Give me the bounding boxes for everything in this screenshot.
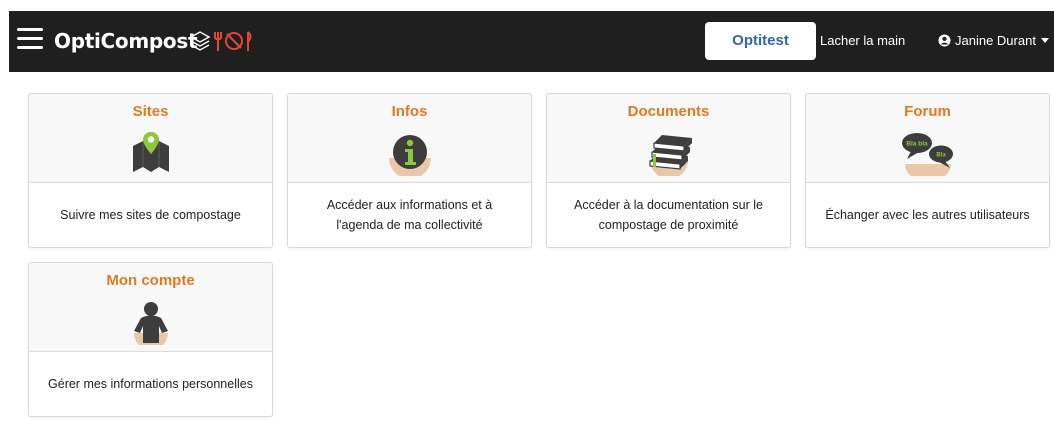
- person-icon: [133, 302, 168, 345]
- card-description: Gérer mes informations personnelles: [48, 377, 253, 391]
- card-title: Infos: [391, 103, 428, 120]
- info-icon: [388, 135, 431, 176]
- bubble-text-1: Bla bla: [906, 141, 928, 148]
- card-documents[interactable]: Documents Accéder à la documentation sur…: [546, 93, 791, 248]
- menu-icon[interactable]: [17, 28, 43, 50]
- lacher-la-main-link[interactable]: Lacher la main: [820, 33, 905, 48]
- top-navbar: OptiCompost Optitest Lacher la main Jani…: [9, 11, 1054, 72]
- card-forum[interactable]: Forum Bla bla Bla Échanger avec les autr…: [805, 93, 1050, 248]
- brand-name[interactable]: OptiCompost: [54, 29, 198, 53]
- optitest-button[interactable]: Optitest: [705, 22, 816, 60]
- card-sites[interactable]: Sites Suivre mes sites de compostage: [28, 93, 273, 248]
- chat-bubbles-icon: Bla bla Bla: [901, 133, 953, 176]
- user-circle-icon: [938, 34, 951, 47]
- book-stack-icon: [648, 135, 692, 176]
- card-description: Accéder aux informations et à l'agenda d…: [326, 198, 493, 232]
- map-pin-icon: [132, 132, 169, 172]
- card-title: Forum: [904, 103, 951, 120]
- card-title: Sites: [132, 103, 169, 120]
- chevron-down-icon: [1040, 38, 1049, 43]
- brand-logo-icon: [189, 31, 252, 51]
- user-name: Janine Durant: [955, 33, 1036, 48]
- user-menu[interactable]: Janine Durant: [938, 33, 1049, 48]
- card-infos[interactable]: Infos Accéder aux informations et à l'ag…: [287, 93, 532, 248]
- card-description: Échanger avec les autres utilisateurs: [825, 208, 1030, 222]
- card-description: Suivre mes sites de compostage: [60, 208, 241, 222]
- card-mon-compte[interactable]: Mon compte Gérer mes informations person…: [28, 262, 273, 417]
- card-title: Mon compte: [106, 272, 195, 289]
- card-title: Documents: [627, 103, 710, 120]
- card-description: Accéder à la documentation sur le compos…: [574, 198, 763, 232]
- bubble-text-2: Bla: [936, 153, 946, 159]
